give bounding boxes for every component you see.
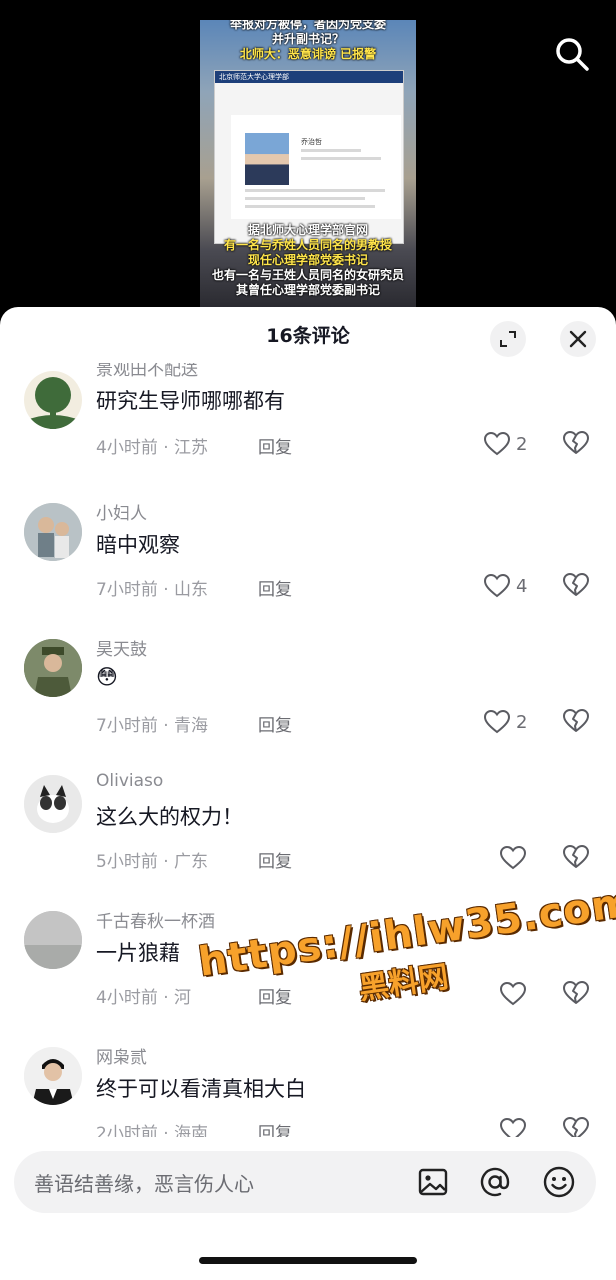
like-button[interactable]	[500, 1117, 532, 1137]
heart-icon	[484, 432, 510, 456]
like-button[interactable]: 2	[484, 431, 527, 457]
webpage-banner: 北京师范大学心理学部	[215, 71, 403, 83]
broken-heart-icon	[563, 981, 589, 1004]
caption-line: 有一名与乔姓人员同名的男教授	[223, 238, 392, 252]
dislike-button[interactable]	[562, 431, 590, 457]
like-button[interactable]	[500, 845, 532, 871]
expand-button[interactable]	[490, 321, 526, 357]
heart-icon	[500, 846, 526, 870]
dislike-button[interactable]	[562, 981, 590, 1007]
like-count: 2	[516, 433, 528, 455]
comment-username[interactable]: 景观田不配送	[96, 363, 198, 380]
heart-icon	[484, 574, 510, 598]
comment-text: 一片狼藉	[96, 941, 180, 965]
comment-username[interactable]: 昊天鼓	[96, 635, 147, 660]
comment-item: 小妇人 暗中观察 7小时前 · 山东 回复 4	[0, 499, 616, 635]
image-icon[interactable]	[416, 1165, 450, 1199]
like-button[interactable]: 2	[484, 709, 527, 735]
video-caption-top-2: 并升副书记？	[271, 32, 344, 46]
broken-heart-icon	[563, 1117, 589, 1137]
close-button[interactable]	[560, 321, 596, 357]
comment-meta: 2小时前 · 海南	[96, 1124, 209, 1137]
comment-meta: 5小时前 · 广东	[96, 852, 209, 872]
comment-item: 网枭贰 终于可以看清真相大白 2小时前 · 海南 回复	[0, 1043, 616, 1137]
comment-input-bar[interactable]: 善语结善缘，恶言伤人心	[14, 1151, 596, 1213]
video-caption-top-1: 举报对方被停，者因为党支委	[229, 20, 386, 31]
like-count: 2	[516, 711, 528, 733]
close-icon	[569, 330, 587, 348]
comment-item: 景观田不配送 研究生导师哪哪都有 4小时前 · 江苏 回复 2	[0, 363, 616, 503]
video-webpage-screenshot: 北京师范大学心理学部 乔治哲	[214, 70, 404, 244]
comment-username[interactable]: 小妇人	[96, 499, 147, 524]
video-caption-top-3: 北师大：恶意诽谤 已报警	[239, 47, 377, 61]
comment-text: 研究生导师哪哪都有	[96, 389, 285, 413]
video-thumbnail[interactable]: 举报对方被停，者因为党支委 并升副书记？ 北师大：恶意诽谤 已报警 北京师范大学…	[200, 20, 416, 308]
search-icon[interactable]	[552, 34, 592, 74]
video-caption-bottom: 据北师大心理学部官网 有一名与乔姓人员同名的男教授 现任心理学部党委书记 也有一…	[200, 223, 416, 298]
caption-line: 也有一名与王姓人员同名的女研究员	[211, 268, 404, 282]
heart-icon	[500, 1118, 526, 1137]
comment-item: 昊天鼓 😳 7小时前 · 青海 回复 2	[0, 635, 616, 771]
dislike-button[interactable]	[562, 845, 590, 871]
emoji-icon[interactable]	[542, 1165, 576, 1199]
caption-line: 其曾任心理学部党委副书记	[235, 283, 380, 297]
reply-button[interactable]: 回复	[258, 711, 292, 736]
like-count: 4	[516, 575, 528, 597]
avatar[interactable]	[24, 639, 82, 697]
video-area[interactable]: 举报对方被停，者因为党支委 并升副书记？ 北师大：恶意诽谤 已报警 北京师范大学…	[0, 0, 616, 318]
broken-heart-icon	[563, 431, 589, 454]
reply-button[interactable]: 回复	[258, 1119, 292, 1137]
comment-meta: 7小时前 · 山东	[96, 580, 209, 600]
broken-heart-icon	[563, 573, 589, 596]
broken-heart-icon	[563, 845, 589, 868]
avatar[interactable]	[24, 1047, 82, 1105]
avatar[interactable]	[24, 503, 82, 561]
avatar[interactable]	[24, 911, 82, 969]
reply-button[interactable]: 回复	[258, 575, 292, 600]
comment-meta: 7小时前 · 青海	[96, 716, 209, 736]
avatar[interactable]	[24, 775, 82, 833]
caption-line: 现任心理学部党委书记	[247, 253, 368, 267]
at-icon[interactable]	[478, 1165, 512, 1199]
dislike-button[interactable]	[562, 1117, 590, 1137]
reply-button[interactable]: 回复	[258, 847, 292, 872]
profile-photo	[245, 133, 289, 185]
comment-text: 这么大的权力！	[96, 805, 243, 829]
profile-name: 乔治哲	[301, 138, 322, 146]
comment-username[interactable]: Oliviaso	[96, 771, 163, 791]
comment-input[interactable]: 善语结善缘，恶言伤人心	[34, 1168, 254, 1197]
expand-icon	[500, 331, 516, 347]
comment-text: 😳	[96, 665, 118, 689]
home-indicator[interactable]	[199, 1257, 417, 1264]
dislike-button[interactable]	[562, 573, 590, 599]
comment-username[interactable]: 千古春秋一杯酒	[96, 907, 215, 932]
comment-item: Oliviaso 这么大的权力！ 5小时前 · 广东 回复	[0, 771, 616, 907]
dislike-button[interactable]	[562, 709, 590, 735]
comment-text: 终于可以看清真相大白	[96, 1077, 306, 1101]
comment-meta: 4小时前 · 河	[96, 988, 192, 1008]
broken-heart-icon	[563, 709, 589, 732]
comment-text: 暗中观察	[96, 533, 180, 557]
comment-list[interactable]: 景观田不配送 研究生导师哪哪都有 4小时前 · 江苏 回复 2 小妇人 暗中观察…	[0, 363, 616, 1137]
comments-sheet: 16条评论 景观田不配送 研究生导师哪哪都有 4小时前 · 江苏 回复 2 小妇…	[0, 307, 616, 1280]
avatar[interactable]	[24, 371, 82, 429]
webpage-profile-card: 乔治哲	[231, 115, 401, 219]
heart-icon	[484, 710, 510, 734]
caption-line: 据北师大心理学部官网	[247, 223, 368, 237]
reply-button[interactable]: 回复	[258, 433, 292, 458]
comment-meta: 4小时前 · 江苏	[96, 438, 209, 458]
comment-username[interactable]: 网枭贰	[96, 1043, 147, 1068]
like-button[interactable]: 4	[484, 573, 527, 599]
